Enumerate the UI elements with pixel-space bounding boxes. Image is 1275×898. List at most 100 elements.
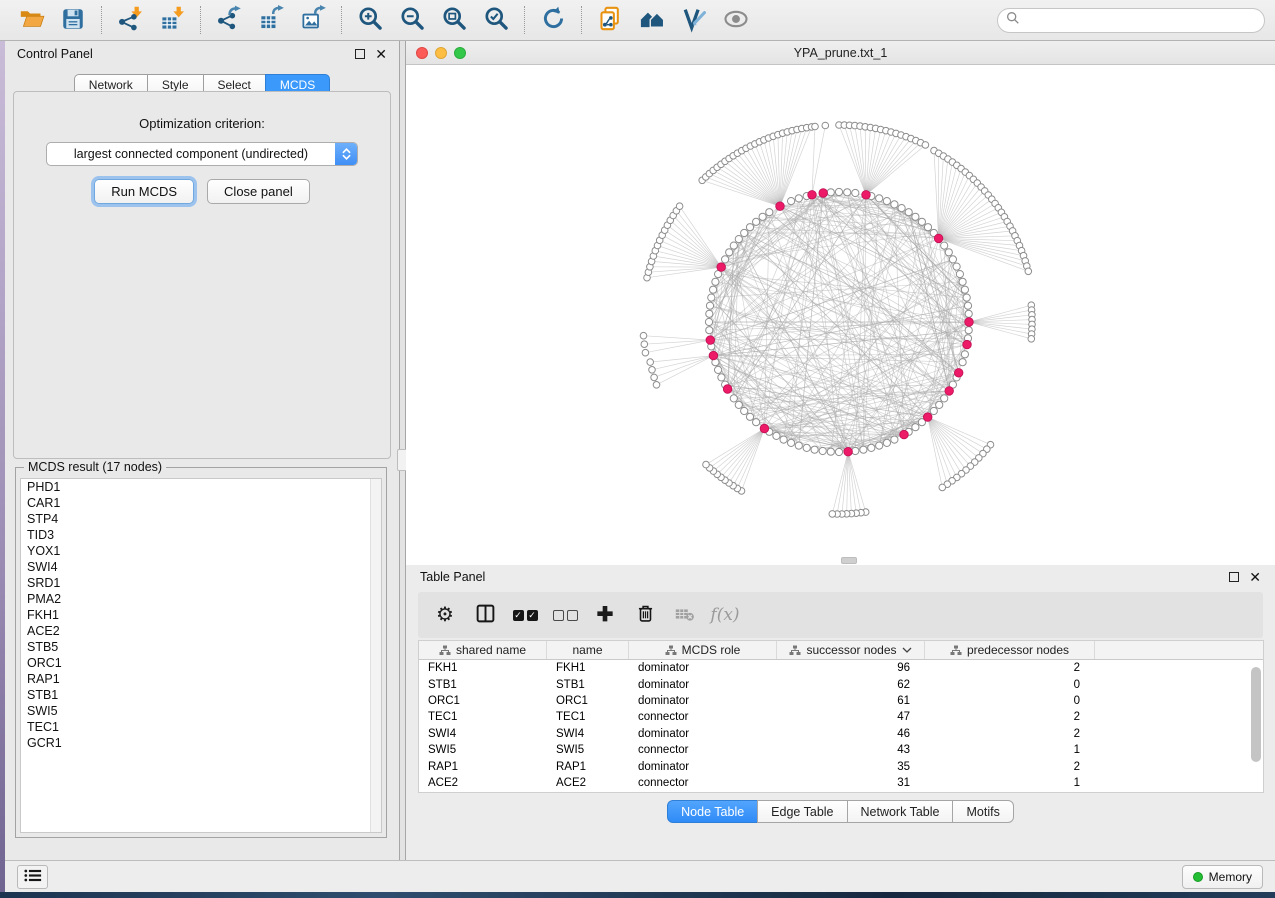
mcds-result-item[interactable]: STP4	[21, 511, 381, 527]
clone-network-icon	[597, 5, 624, 35]
mcds-result-item[interactable]: ACE2	[21, 623, 381, 639]
search-input[interactable]	[1026, 13, 1256, 27]
mcds-result-item[interactable]: CAR1	[21, 495, 381, 511]
mcds-list-scrollbar[interactable]	[370, 479, 381, 832]
optimization-criterion-label: Optimization criterion:	[139, 116, 265, 131]
table-row[interactable]: FKH1FKH1dominator962	[419, 660, 1263, 676]
close-panel-icon[interactable]: ✕	[375, 49, 387, 59]
table-vscroll-thumb[interactable]	[1251, 667, 1261, 762]
table-cell: TEC1	[419, 711, 547, 723]
table-cell: SWI5	[419, 744, 547, 756]
column-header-name[interactable]: name	[547, 641, 629, 659]
column-header-predecessor-nodes[interactable]: predecessor nodes	[925, 641, 1095, 659]
mcds-result-items: PHD1CAR1STP4TID3YOX1SWI4SRD1PMA2FKH1ACE2…	[21, 479, 381, 751]
zoom-in-icon	[357, 5, 384, 35]
tab-motifs[interactable]: Motifs	[952, 800, 1013, 823]
cytoscape-window: Control Panel ✕ NetworkStyleSelectMCDS O…	[0, 0, 1275, 898]
function-builder-button[interactable]: f(x)	[708, 598, 742, 632]
mcds-result-item[interactable]: FKH1	[21, 607, 381, 623]
mcds-result-item[interactable]: SWI4	[21, 559, 381, 575]
network-canvas[interactable]	[406, 65, 1275, 565]
hide-details-button[interactable]	[715, 3, 757, 37]
column-header-label: shared name	[456, 643, 526, 657]
mcds-result-item[interactable]: STB1	[21, 687, 381, 703]
import-network-button[interactable]	[109, 3, 151, 37]
search-field[interactable]	[997, 8, 1265, 33]
network-overview-button[interactable]	[631, 3, 673, 37]
run-mcds-button[interactable]: Run MCDS	[94, 179, 194, 204]
close-panel-button[interactable]: Close panel	[207, 179, 310, 204]
zoom-window-icon[interactable]	[454, 47, 466, 59]
column-header-mcds-role[interactable]: MCDS role	[629, 641, 777, 659]
show-columns-button[interactable]	[468, 598, 502, 632]
houses-icon	[638, 5, 666, 36]
mcds-result-item[interactable]: STB5	[21, 639, 381, 655]
delete-table-button[interactable]	[668, 598, 702, 632]
add-row-button[interactable]: ✚	[588, 598, 622, 632]
delete-table-icon	[674, 603, 696, 628]
table-row[interactable]: ORC1ORC1dominator610	[419, 693, 1263, 709]
tab-network-table[interactable]: Network Table	[847, 800, 954, 823]
refresh-network-button[interactable]	[532, 3, 574, 37]
column-type-icon	[665, 645, 677, 656]
zoom-out-icon	[399, 5, 426, 35]
mcds-result-item[interactable]: PMA2	[21, 591, 381, 607]
table-row[interactable]: YOX1YOX1connector291	[419, 791, 1263, 793]
float-panel-icon[interactable]	[355, 49, 365, 59]
export-network-button[interactable]	[208, 3, 250, 37]
table-cell: ORC1	[419, 695, 547, 707]
tab-edge-table[interactable]: Edge Table	[757, 800, 847, 823]
mcds-result-item[interactable]: TEC1	[21, 719, 381, 735]
memory-button[interactable]: Memory	[1182, 865, 1263, 889]
close-table-panel-icon[interactable]: ✕	[1249, 572, 1261, 582]
minimize-window-icon[interactable]	[435, 47, 447, 59]
column-header-shared-name[interactable]: shared name	[419, 641, 547, 659]
mcds-result-item[interactable]: YOX1	[21, 543, 381, 559]
clone-network-button[interactable]	[589, 3, 631, 37]
mcds-result-item[interactable]: SWI5	[21, 703, 381, 719]
mcds-result-item[interactable]: TID3	[21, 527, 381, 543]
deselect-all-button[interactable]	[548, 598, 582, 632]
save-session-button[interactable]	[52, 3, 94, 37]
task-history-button[interactable]	[17, 865, 48, 889]
mcds-result-item[interactable]: PHD1	[21, 479, 381, 495]
float-table-panel-icon[interactable]	[1229, 572, 1239, 582]
zoom-selected-button[interactable]	[475, 3, 517, 37]
open-file-button[interactable]	[10, 3, 52, 37]
import-table-button[interactable]	[151, 3, 193, 37]
trash-icon	[635, 603, 656, 627]
mcds-result-item[interactable]: SRD1	[21, 575, 381, 591]
table-row[interactable]: STB1STB1dominator620	[419, 676, 1263, 692]
table-row[interactable]: TEC1TEC1connector472	[419, 709, 1263, 725]
mcds-result-item[interactable]: RAP1	[21, 671, 381, 687]
mcds-result-item[interactable]: ORC1	[21, 655, 381, 671]
mcds-result-item[interactable]: GCR1	[21, 735, 381, 751]
table-cell: 96	[777, 662, 925, 674]
column-header-successor-nodes[interactable]: successor nodes	[777, 641, 925, 659]
mcds-result-list[interactable]: PHD1CAR1STP4TID3YOX1SWI4SRD1PMA2FKH1ACE2…	[20, 478, 382, 833]
network-window-titlebar: YPA_prune.txt_1	[406, 41, 1275, 65]
table-row[interactable]: SWI5SWI5connector431	[419, 742, 1263, 758]
table-header-row: shared name nameMCDS rolesuccessor nodesp…	[419, 641, 1263, 660]
optimization-criterion-select[interactable]: largest connected component (undirected)	[46, 142, 358, 166]
zoom-out-button[interactable]	[391, 3, 433, 37]
table-row[interactable]: RAP1RAP1dominator352	[419, 758, 1263, 774]
table-cell: 2	[925, 728, 1095, 740]
checked-box-icon: ✓	[513, 610, 524, 621]
zoom-fit-button[interactable]	[433, 3, 475, 37]
zoom-in-button[interactable]	[349, 3, 391, 37]
control-panel: Control Panel ✕ NetworkStyleSelectMCDS O…	[5, 41, 400, 860]
unchecked-box-icon	[553, 610, 564, 621]
delete-row-button[interactable]	[628, 598, 662, 632]
select-all-button[interactable]: ✓✓	[508, 598, 542, 632]
export-table-button[interactable]	[250, 3, 292, 37]
network-hscroll-thumb[interactable]	[841, 557, 857, 564]
export-image-button[interactable]	[292, 3, 334, 37]
tab-node-table[interactable]: Node Table	[667, 800, 758, 823]
vizmap-button[interactable]	[673, 3, 715, 37]
gear-icon: ⚙	[436, 605, 454, 625]
table-row[interactable]: ACE2ACE2connector311	[419, 775, 1263, 791]
close-window-icon[interactable]	[416, 47, 428, 59]
table-row[interactable]: SWI4SWI4dominator462	[419, 726, 1263, 742]
table-options-button[interactable]: ⚙	[428, 598, 462, 632]
